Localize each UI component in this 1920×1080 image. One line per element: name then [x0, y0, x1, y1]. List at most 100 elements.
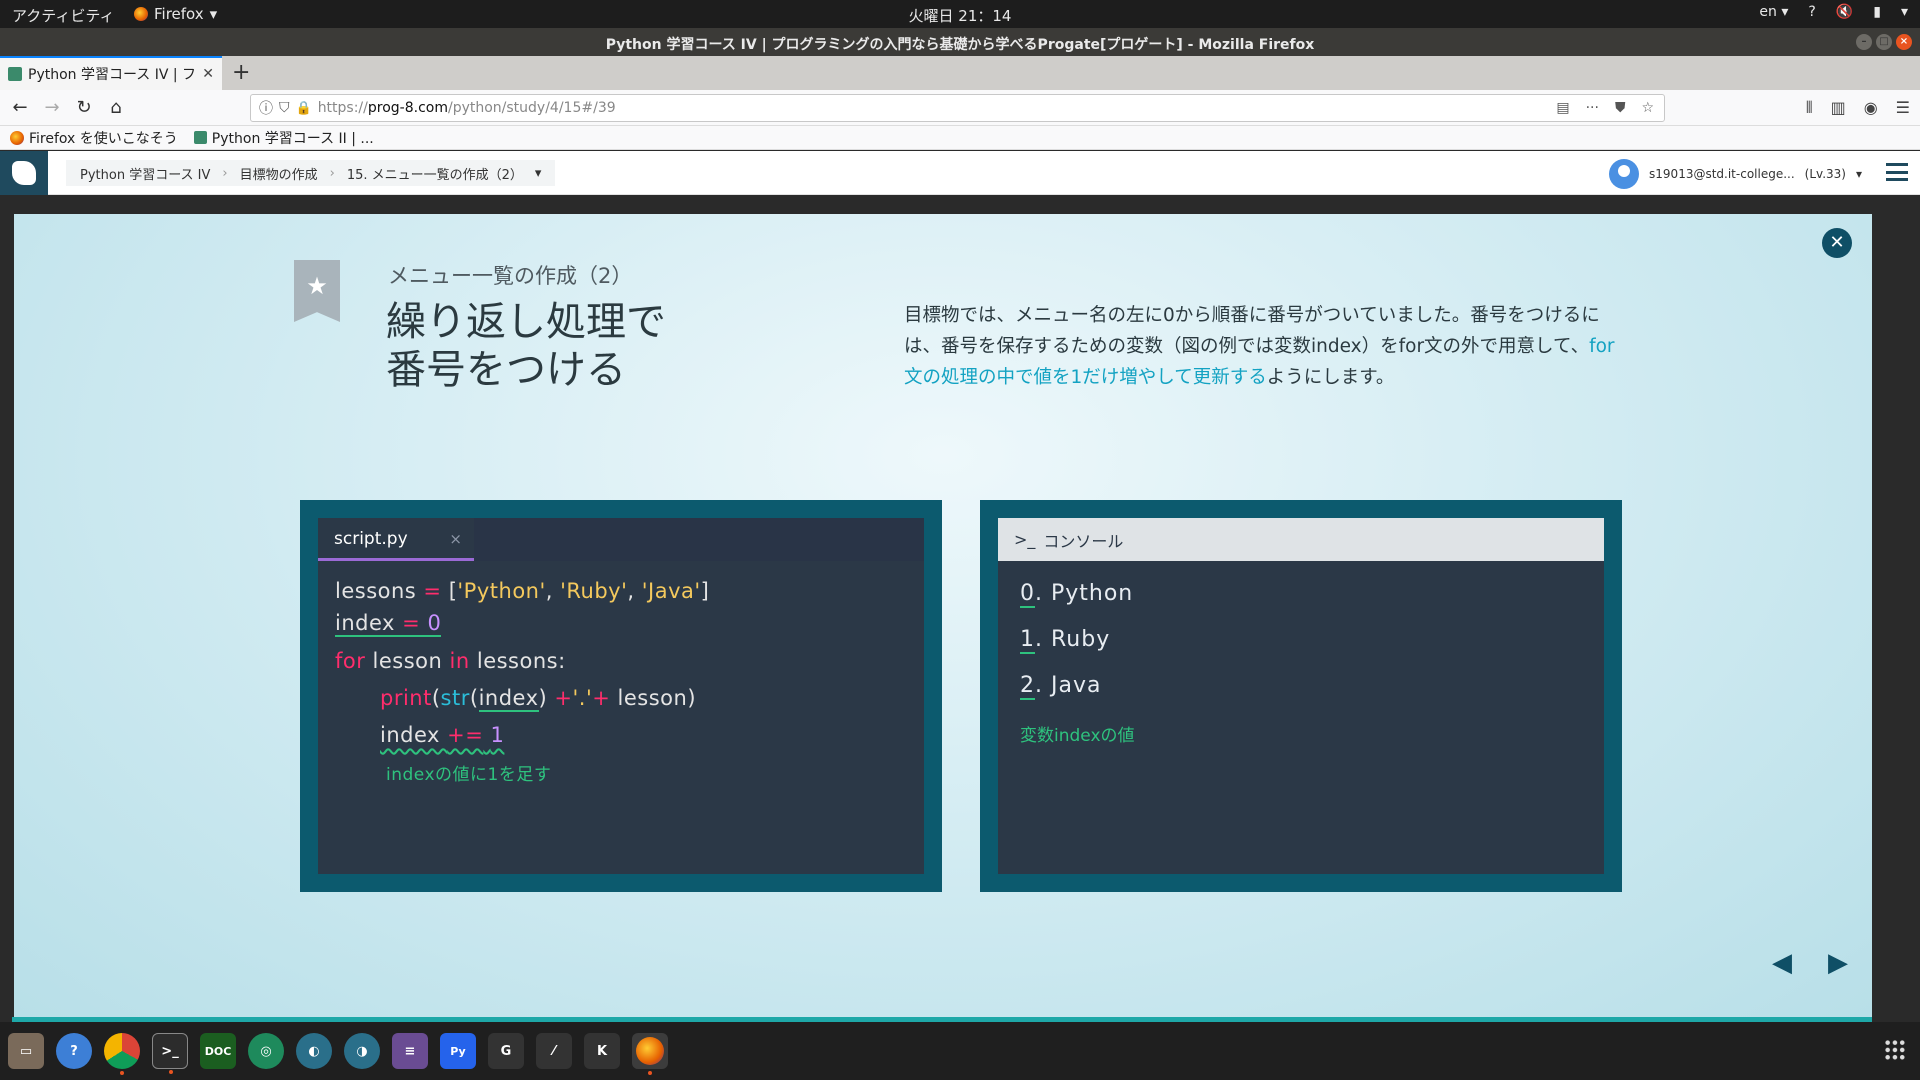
firefox-icon[interactable] [632, 1033, 668, 1075]
bookmark-item[interactable]: Firefox を使いこなそう [10, 128, 178, 148]
code-annotation: indexの値に1を足す [386, 765, 552, 785]
breadcrumb: Python 学習コース IV › 目標物の作成 › 15. メニュー一覧の作成… [66, 160, 556, 186]
g-icon[interactable]: G [488, 1033, 524, 1069]
progate-favicon [8, 67, 22, 81]
browser-tab[interactable]: Python 学習コース IV | フ ✕ [0, 56, 222, 90]
help-icon[interactable]: ? [1808, 4, 1815, 20]
close-window-button[interactable]: × [1896, 34, 1912, 50]
chrome-icon[interactable] [104, 1033, 140, 1075]
files-icon[interactable]: ▭ [8, 1033, 44, 1069]
info-icon[interactable]: ⓘ [259, 98, 273, 118]
show-applications-icon[interactable] [1884, 1039, 1906, 1061]
code-line: index += 1 [380, 723, 505, 747]
star-icon: ★ [306, 272, 328, 300]
close-icon[interactable]: × [449, 530, 462, 548]
chevron-down-icon[interactable]: ▾ [535, 166, 542, 181]
window-title: Python 学習コース IV | プログラミングの入門なら基礎から学べるPro… [605, 37, 1315, 53]
tab-strip: Python 学習コース IV | フ ✕ + [0, 56, 1920, 90]
slide-subtitle: メニュー一覧の作成（2） [388, 264, 633, 288]
bookmark-star-ribbon[interactable]: ★ [294, 260, 340, 322]
console-line: 2. Java [1020, 673, 1102, 700]
navigation-toolbar: ← → ↻ ⌂ ⓘ ⛉ 🔒 https://prog-8.com/python/… [0, 90, 1920, 126]
url-path: /python/study/4/15#/39 [447, 100, 616, 116]
console-annotation: 変数indexの値 [1020, 726, 1135, 746]
code-line: lessons = ['Python', 'Ruby', 'Java'] [335, 579, 710, 603]
close-icon[interactable]: ✕ [202, 66, 214, 82]
pyizm-icon[interactable]: Py [440, 1033, 476, 1069]
output-number: 0 [1020, 581, 1035, 608]
console-title: コンソール [1043, 531, 1124, 551]
chevron-down-icon[interactable]: ▾ [1901, 4, 1908, 20]
minimize-button[interactable]: – [1856, 34, 1872, 50]
breadcrumb-course[interactable]: Python 学習コース IV [80, 164, 210, 183]
help-icon[interactable]: ? [56, 1033, 92, 1069]
activities-button[interactable]: アクティビティ [12, 5, 114, 26]
console-line: 0. Python [1020, 581, 1133, 608]
breadcrumb-lesson[interactable]: 15. メニュー一覧の作成（2） [347, 164, 523, 183]
k-icon[interactable]: K [584, 1033, 620, 1069]
terminal-icon[interactable]: >_ [152, 1033, 188, 1074]
library-icon[interactable]: ⫴ [1806, 98, 1813, 118]
sidebar-icon[interactable]: ▥ [1831, 98, 1846, 118]
description-text: 目標物では、メニュー名の左に0から順番に番号がついていました。番号をつけるには、… [904, 305, 1600, 357]
progate-logo[interactable] [0, 151, 48, 195]
lock-icon: 🔒 [295, 100, 312, 116]
code-line: print(str(index) +'.'+ lesson) [380, 686, 697, 712]
notes-icon[interactable]: ≡ [392, 1033, 428, 1069]
battery-icon[interactable]: ▮ [1873, 4, 1881, 20]
description-text: ようにします。 [1266, 367, 1395, 388]
terminal-prompt-icon: >_ [1014, 530, 1036, 549]
clock[interactable]: 火曜日 21：14 [909, 7, 1012, 25]
menu-icon[interactable]: ☰ [1896, 98, 1910, 118]
reader-view-icon[interactable]: ▤ [1556, 100, 1569, 116]
app-icon[interactable]: ◐ [296, 1033, 332, 1069]
previous-slide-button[interactable]: ◀ [1772, 948, 1792, 978]
volume-icon[interactable]: 🔇 [1836, 4, 1853, 20]
language-label: en [1759, 4, 1777, 20]
firefox-logo [636, 1037, 664, 1065]
output-number: 2 [1020, 673, 1035, 700]
editor-tab-script[interactable]: script.py × [318, 518, 474, 561]
star-icon[interactable]: ☆ [1641, 100, 1654, 116]
back-button[interactable]: ← [8, 96, 32, 120]
account-icon[interactable]: ◉ [1864, 98, 1878, 118]
output-text: . Java [1035, 673, 1102, 698]
chevron-down-icon: ▾ [1855, 167, 1862, 181]
pocket-icon[interactable]: ⛊ [1615, 100, 1626, 116]
progate-logo-icon [12, 161, 36, 185]
shield-icon[interactable]: ⛉ [279, 100, 290, 116]
console-header: >_ コンソール [998, 518, 1604, 561]
bookmark-label: Python 学習コース II | ... [211, 130, 374, 147]
console-panel: >_ コンソール 0. Python 1. Ruby 2. Java 変数ind… [980, 500, 1622, 892]
home-button[interactable]: ⌂ [104, 96, 128, 120]
app-icon[interactable]: ◑ [344, 1033, 380, 1069]
slash-icon[interactable]: ⁄ [536, 1033, 572, 1069]
user-menu[interactable]: s19013@std.it-college... (Lv.33) ▾ [1609, 159, 1862, 189]
doc-icon[interactable]: DOC [200, 1033, 236, 1069]
tab-label: Python 学習コース IV | フ [28, 67, 197, 83]
avatar [1609, 159, 1640, 189]
url-bar[interactable]: ⓘ ⛉ 🔒 https://prog-8.com/python/study/4/… [250, 94, 1665, 122]
bookmark-item[interactable]: Python 学習コース II | ... [193, 128, 374, 148]
user-level: (Lv.33) [1804, 167, 1846, 181]
next-slide-button[interactable]: ▶ [1828, 948, 1848, 978]
close-slide-button[interactable]: ✕ [1822, 228, 1852, 258]
chevron-right-icon: › [329, 165, 335, 181]
app-menu[interactable]: Firefox ▾ [134, 5, 217, 23]
dock: ▭ ? >_ DOC ◎ ◐ ◑ ≡ Py G ⁄ K [0, 1022, 1920, 1080]
window-title-bar: Python 学習コース IV | プログラミングの入門なら基礎から学べるPro… [0, 28, 1920, 56]
hamburger-menu-icon[interactable] [1886, 163, 1908, 181]
new-tab-button[interactable]: + [232, 60, 250, 85]
chevron-down-icon: ▾ [209, 5, 218, 23]
url-prefix: https:// [317, 100, 368, 116]
language-indicator[interactable]: en ▾ [1759, 4, 1788, 20]
page-actions-icon[interactable]: ··· [1586, 100, 1599, 116]
reload-button[interactable]: ↻ [72, 96, 96, 120]
forward-button[interactable]: → [40, 96, 64, 120]
user-email: s19013@std.it-college... [1649, 167, 1795, 181]
globe-icon[interactable]: ◎ [248, 1033, 284, 1069]
code-editor-panel: script.py × lessons = ['Python', 'Ruby',… [300, 500, 942, 892]
app-menu-label: Firefox [154, 5, 204, 23]
breadcrumb-section[interactable]: 目標物の作成 [240, 164, 318, 183]
maximize-button[interactable]: □ [1876, 34, 1892, 50]
